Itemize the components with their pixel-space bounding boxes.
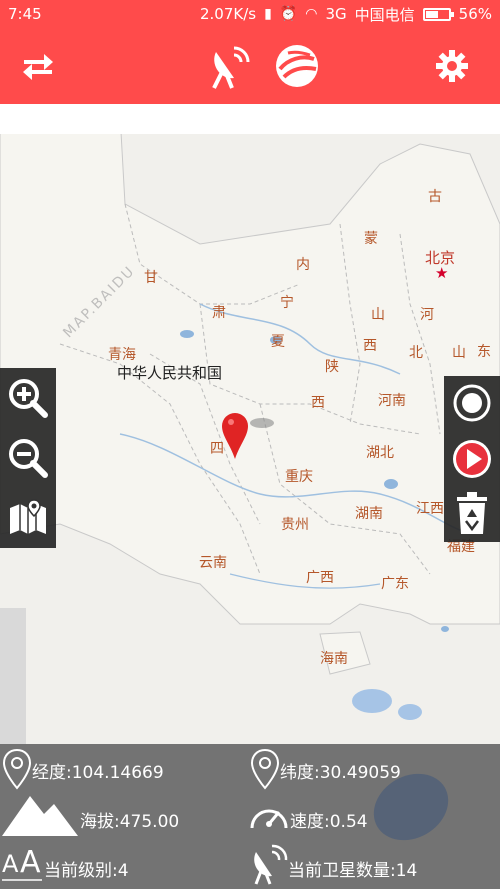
province-label: 内 <box>296 257 310 273</box>
satellite-count-text: 当前卫星数量:14 <box>288 861 418 881</box>
play-button[interactable] <box>444 432 500 486</box>
svg-text:A: A <box>20 845 41 880</box>
play-icon <box>453 440 491 478</box>
province-label: 古 <box>428 189 442 205</box>
alarm-icon: ⏰ <box>279 6 298 22</box>
swap-button[interactable] <box>14 42 62 90</box>
capital-star-icon: ★ <box>435 264 449 282</box>
status-time: 7:45 <box>8 5 42 23</box>
location-pin-icon <box>2 748 32 794</box>
province-label: 四 <box>210 441 224 457</box>
gps-info-panel: 经度:104.14669 纬度:30.49059 海拔:475.00 速度:0.… <box>0 744 500 889</box>
province-label: 江西 <box>416 501 444 517</box>
province-label: 山 <box>371 307 385 323</box>
latitude-text: 纬度:30.49059 <box>280 763 401 783</box>
province-label: 湖北 <box>366 445 394 461</box>
province-label: 宁 <box>280 295 294 311</box>
country-label: 中华人民共和国 <box>117 364 223 382</box>
zoom-in-button[interactable] <box>0 370 56 426</box>
gear-icon <box>436 50 468 82</box>
app-toolbar <box>0 28 500 104</box>
province-label: 西 <box>363 338 377 354</box>
record-button[interactable] <box>444 376 500 430</box>
satellite-dish-icon <box>212 46 250 89</box>
satellite-button[interactable] <box>206 42 254 90</box>
province-label: 西 <box>311 395 325 411</box>
province-label: 夏 <box>271 334 285 350</box>
zoom-control-panel <box>0 368 56 548</box>
map-layer-button[interactable] <box>0 490 56 546</box>
province-label: 青海 <box>108 347 136 363</box>
province-label: 广东 <box>381 576 409 592</box>
swap-icon <box>23 54 53 80</box>
province-label: 河 <box>420 307 434 323</box>
province-label: 河南 <box>378 393 406 409</box>
globe-button[interactable] <box>273 42 321 90</box>
satellite-dish-icon <box>248 842 290 889</box>
track-control-panel <box>444 376 500 542</box>
carrier-name: 中国电信 <box>354 5 415 24</box>
province-label: 重庆 <box>285 469 313 485</box>
network-type: 3G <box>325 5 347 23</box>
speed-text: 速度:0.54 <box>290 812 368 832</box>
battery-icon <box>422 7 454 21</box>
province-label: 北 <box>409 345 423 361</box>
zoom-out-icon <box>9 439 48 478</box>
delete-track-button[interactable] <box>444 486 500 540</box>
province-label: 湖南 <box>355 506 383 522</box>
map-top-band <box>0 104 500 134</box>
longitude-text: 经度:104.14669 <box>32 763 164 783</box>
map-fold-icon <box>10 499 46 534</box>
province-label: 东 <box>477 344 491 360</box>
net-speed: 2.07K/s <box>199 5 257 23</box>
province-label: 陕 <box>325 359 339 375</box>
zoom-in-icon <box>9 379 48 418</box>
province-label: 海南 <box>320 651 348 667</box>
wifi-icon: ◠ <box>305 6 318 22</box>
province-label: 蒙 <box>364 231 378 247</box>
map-base <box>0 113 500 720</box>
battery-percent: 56% <box>458 5 492 23</box>
province-label: 甘 <box>144 270 158 286</box>
altitude-text: 海拔:475.00 <box>80 812 180 832</box>
province-label: 肃 <box>212 305 226 321</box>
globe-icon <box>276 45 318 87</box>
province-label: 山 <box>452 345 466 361</box>
signal-icon: ▮ <box>264 6 272 22</box>
status-bar: 7:45 2.07K/s ▮ ⏰ ◠ 3G 中国电信 56% <box>0 0 500 28</box>
settings-button[interactable] <box>428 42 476 90</box>
map-view[interactable]: MAP.BAIDU 古 蒙 内 甘 肃 宁 夏 青海 山 河 西 北 山 东 陕… <box>0 104 500 744</box>
record-icon <box>453 384 491 422</box>
recycle-bin-icon <box>457 492 487 534</box>
province-label: 贵州 <box>281 517 309 533</box>
speedometer-icon <box>248 798 290 836</box>
map-level-text: 当前级别:4 <box>44 861 129 881</box>
zoom-out-button[interactable] <box>0 430 56 486</box>
map-edge-strip <box>0 608 26 744</box>
mountain-icon <box>0 790 80 842</box>
font-size-icon: AA <box>0 842 44 889</box>
location-pin-icon <box>250 748 280 794</box>
province-label: 广西 <box>306 570 334 586</box>
province-label: 云南 <box>199 555 227 571</box>
svg-text:A: A <box>2 850 19 878</box>
